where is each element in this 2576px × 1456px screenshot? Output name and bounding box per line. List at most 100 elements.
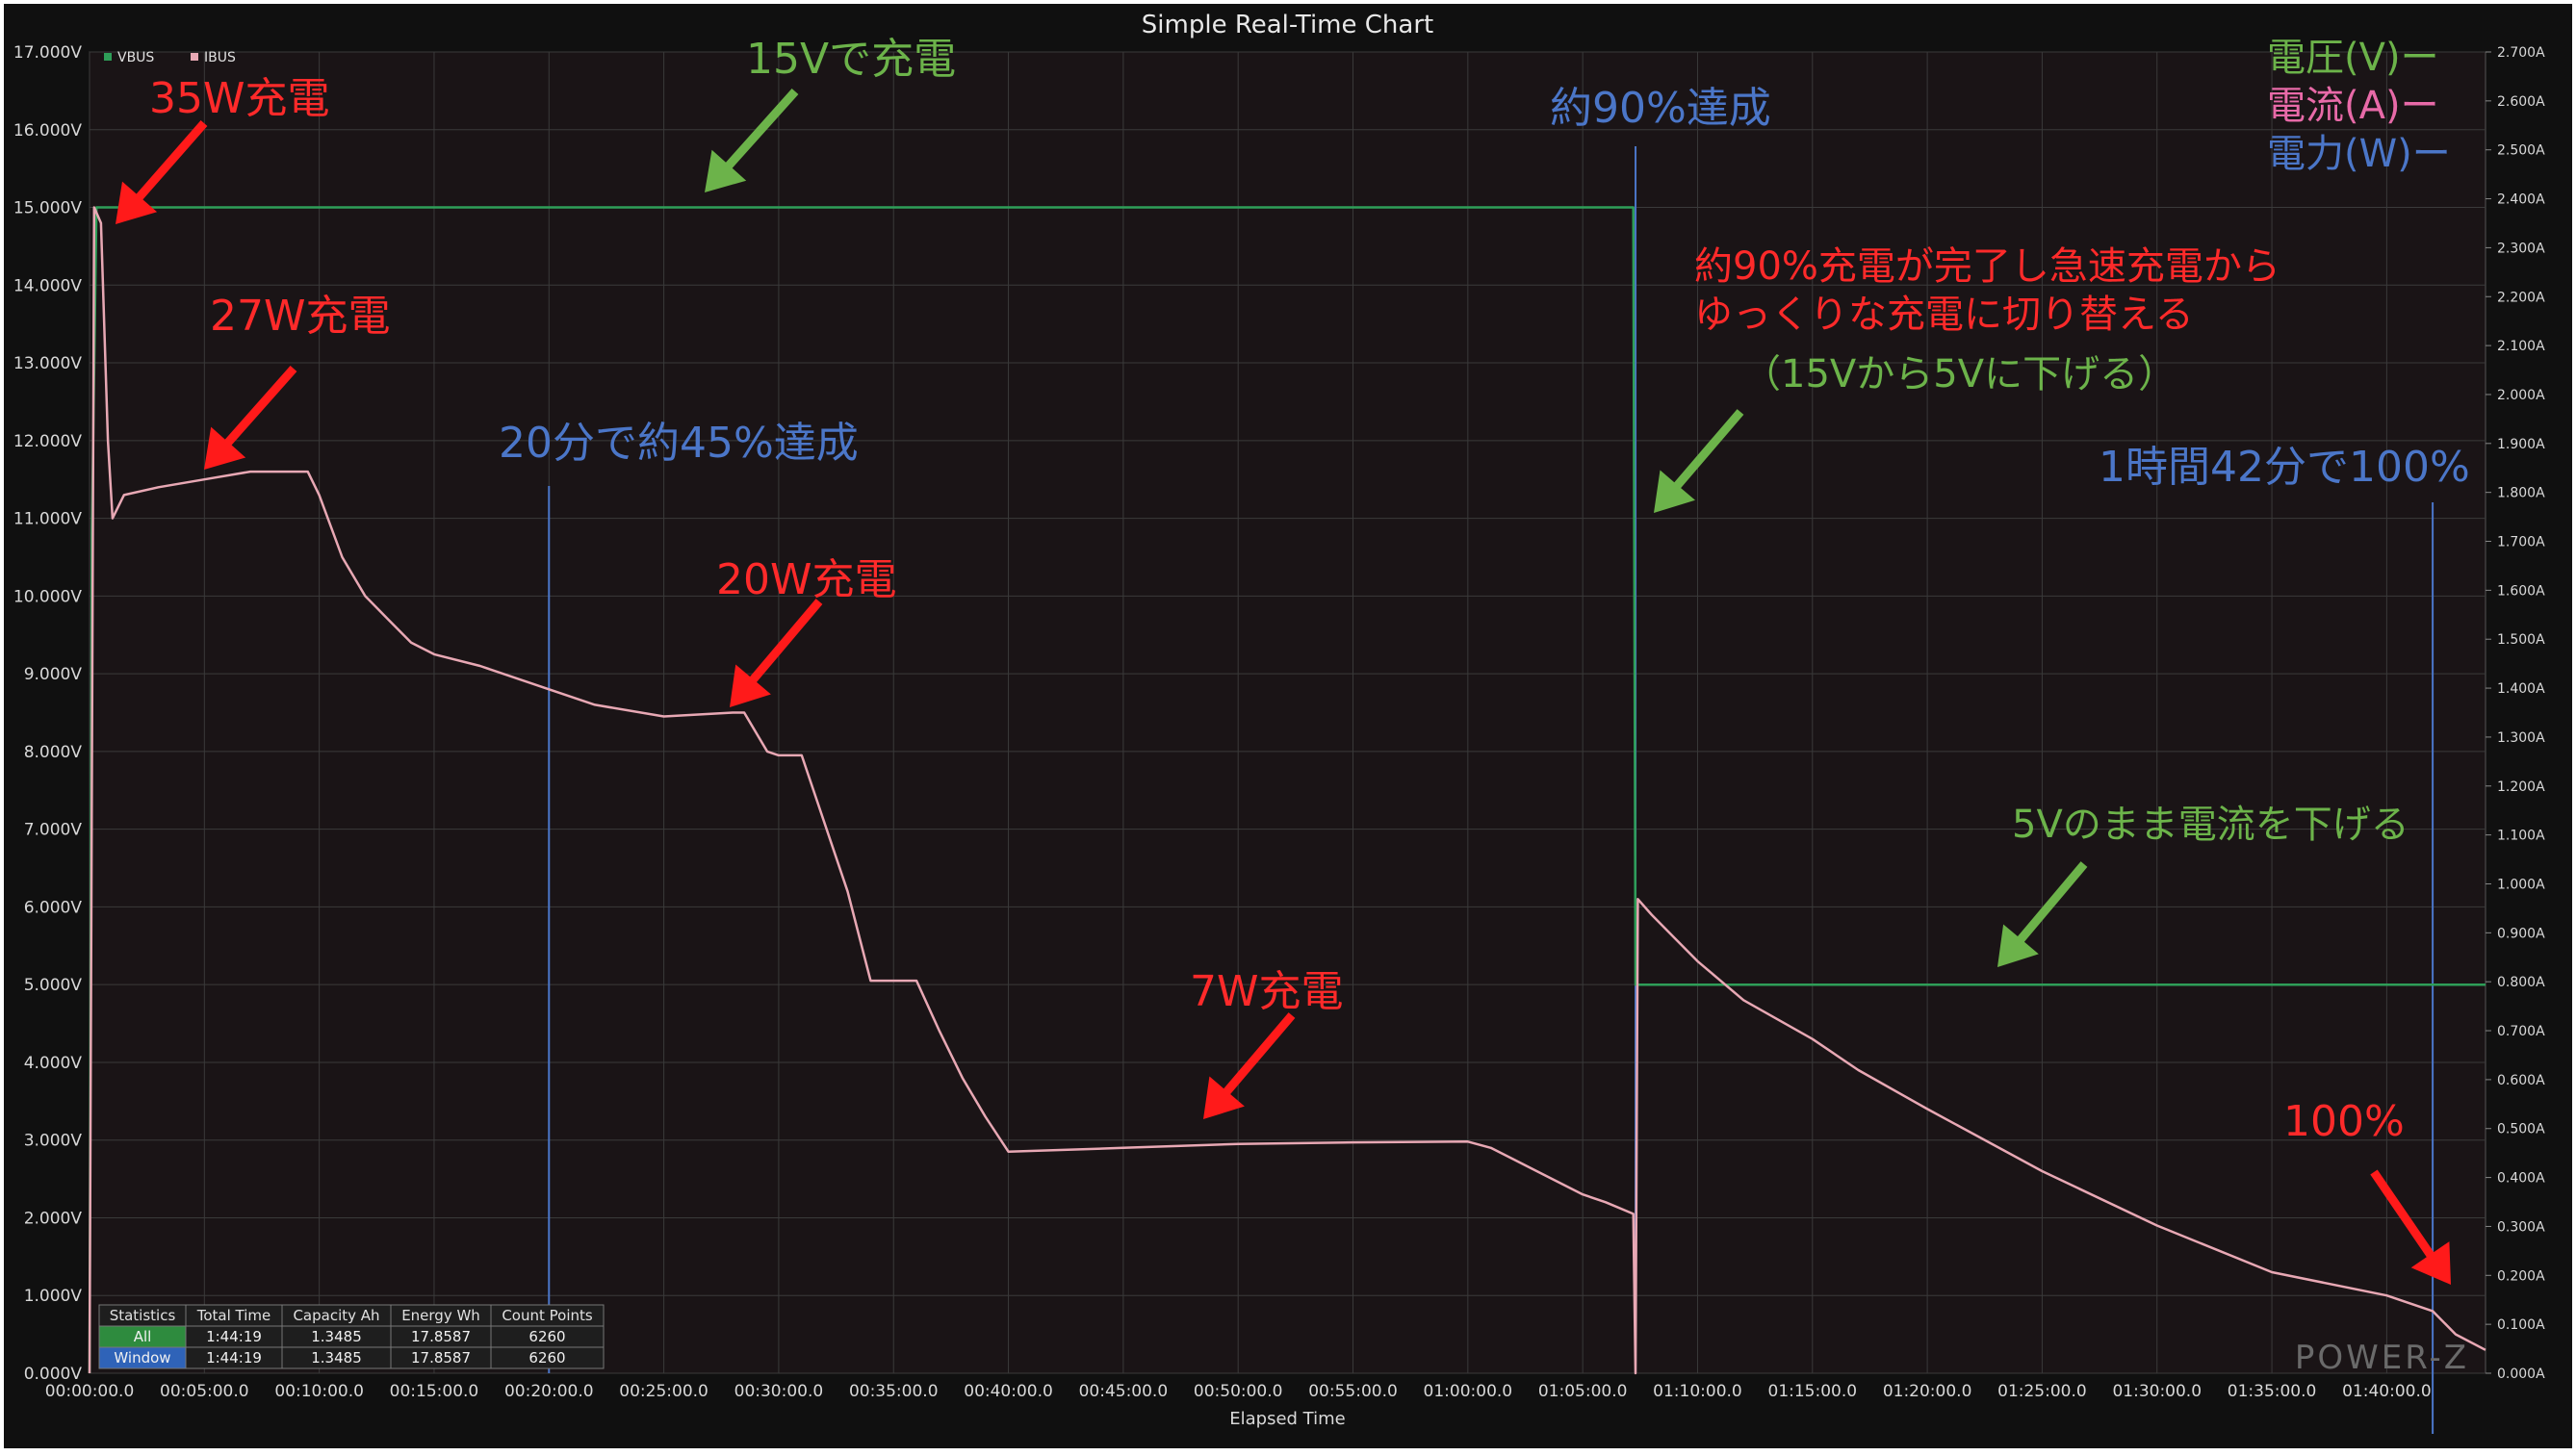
x-axis-label: Elapsed Time: [1229, 1409, 1345, 1429]
stats-header-text: Total Time: [196, 1307, 271, 1324]
y-right-tick-label: 1.400A: [2497, 681, 2545, 697]
y-left-tick-label: 7.000V: [24, 821, 83, 840]
y-left-tick-label: 8.000V: [24, 743, 83, 762]
x-tick-label: 01:25:00.0: [1997, 1382, 2087, 1401]
y-left-tick-label: 4.000V: [24, 1054, 83, 1073]
y-left-tick-label: 9.000V: [24, 665, 83, 684]
x-tick-label: 00:45:00.0: [1079, 1382, 1169, 1401]
y-left-tick-label: 13.000V: [13, 354, 82, 373]
stats-header-text: Capacity Ah: [293, 1307, 379, 1324]
x-tick-label: 01:30:00.0: [2112, 1382, 2202, 1401]
y-right-tick-label: 1.600A: [2497, 583, 2545, 599]
y-left-tick-label: 12.000V: [13, 432, 82, 451]
x-tick-label: 00:30:00.0: [734, 1382, 824, 1401]
y-right-tick-label: 1.100A: [2497, 829, 2545, 844]
chart-title: Simple Real-Time Chart: [1142, 11, 1433, 39]
y-right-tick-label: 0.100A: [2497, 1317, 2545, 1333]
x-tick-label: 00:50:00.0: [1194, 1382, 1283, 1401]
x-tick-label: 01:00:00.0: [1424, 1382, 1513, 1401]
y-left-tick-label: 0.000V: [24, 1365, 83, 1384]
annotation-text: 7W充電: [1190, 967, 1344, 1016]
stats-cell-text: All: [134, 1328, 152, 1345]
y-right-tick-label: 1.300A: [2497, 730, 2545, 746]
x-tick-label: 01:40:00.0: [2342, 1382, 2432, 1401]
x-tick-label: 00:40:00.0: [964, 1382, 1053, 1401]
x-tick-label: 00:10:00.0: [274, 1382, 364, 1401]
y-right-tick-label: 1.500A: [2497, 632, 2545, 648]
x-tick-label: 00:25:00.0: [619, 1382, 708, 1401]
y-right-tick-label: 2.500A: [2497, 143, 2545, 159]
annotation-text: 35W充電: [149, 74, 330, 123]
legend-swatch: [191, 53, 198, 61]
chart-svg: Simple Real-Time Chart 0.000V 1.000V 2.000V…: [0, 0, 2576, 1452]
y-left-tick-label: 3.000V: [24, 1132, 83, 1151]
y-right-tick-label: 1.000A: [2497, 877, 2545, 892]
stats-cell-text: 1:44:19: [206, 1349, 262, 1367]
y-right-tick-label: 2.700A: [2497, 45, 2545, 61]
x-tick-label: 00:05:00.0: [160, 1382, 249, 1401]
x-tick-label: 01:15:00.0: [1768, 1382, 1858, 1401]
annotation-text: 5Vのまま電流を下げる: [2012, 803, 2409, 847]
annotation-text: 20分で約45%達成: [499, 419, 859, 468]
y-left-tick-label: 6.000V: [24, 898, 83, 917]
annotation-text: 100%: [2283, 1097, 2405, 1146]
x-tick-label: 00:55:00.0: [1308, 1382, 1398, 1401]
stats-cell-text: 17.8587: [411, 1328, 471, 1345]
watermark: POWER-Z: [2295, 1339, 2469, 1377]
y-right-tick-label: 1.900A: [2497, 437, 2545, 452]
y-right-tick-label: 2.600A: [2497, 94, 2545, 110]
x-tick-label: 00:15:00.0: [390, 1382, 479, 1401]
x-tick-label: 00:20:00.0: [504, 1382, 594, 1401]
annotation-text: 約90%充電が完了し急速充電から: [1694, 244, 2280, 289]
x-tick-label: 01:05:00.0: [1538, 1382, 1628, 1401]
stats-cell-text: 1.3485: [311, 1349, 362, 1367]
y-right-tick-label: 0.200A: [2497, 1268, 2545, 1284]
y-right-tick-label: 2.100A: [2497, 339, 2545, 354]
annotation-text: 電圧(V)ー: [2267, 36, 2439, 80]
x-tick-label: 00:35:00.0: [849, 1382, 939, 1401]
annotation-text: （15Vから5Vに下げる）: [1742, 352, 2177, 396]
stats-header-text: Energy Wh: [401, 1307, 480, 1324]
y-right-tick-label: 1.700A: [2497, 535, 2545, 550]
y-left-tick-label: 14.000V: [13, 276, 82, 295]
y-right-tick-label: 1.800A: [2497, 486, 2545, 501]
stats-cell-text: 1:44:19: [206, 1328, 262, 1345]
y-left-tick-label: 10.000V: [13, 587, 82, 606]
legend-label: IBUS: [204, 50, 236, 65]
x-tick-label: 01:20:00.0: [1883, 1382, 1972, 1401]
y-right-tick-label: 0.900A: [2497, 926, 2545, 941]
stats-cell-text: 1.3485: [311, 1328, 362, 1345]
annotation-text: 27W充電: [210, 292, 391, 341]
y-right-tick-label: 2.400A: [2497, 192, 2545, 208]
y-right-tick-label: 0.000A: [2497, 1367, 2545, 1382]
annotation-text: 15Vで充電: [746, 35, 956, 84]
y-right-tick-label: 2.200A: [2497, 290, 2545, 305]
stats-header-text: Statistics: [110, 1307, 176, 1324]
y-left-tick-label: 17.000V: [13, 43, 82, 63]
y-right-tick-label: 2.300A: [2497, 241, 2545, 256]
y-right-tick-label: 1.200A: [2497, 779, 2545, 795]
y-right-tick-label: 0.800A: [2497, 975, 2545, 990]
y-left-tick-label: 1.000V: [24, 1287, 83, 1306]
y-right-tick-label: 2.000A: [2497, 388, 2545, 403]
legend-label: VBUS: [117, 50, 154, 65]
y-right-tick-label: 0.600A: [2497, 1073, 2545, 1088]
annotation-text: 電力(W)ー: [2267, 132, 2451, 176]
stats-cell-text: 6260: [528, 1328, 565, 1345]
y-right-tick-label: 0.400A: [2497, 1171, 2545, 1187]
y-left-tick-label: 16.000V: [13, 121, 82, 140]
y-left-tick-label: 15.000V: [13, 199, 82, 218]
chart: Simple Real-Time Chart 0.000V 1.000V 2.000V…: [0, 0, 2576, 1452]
y-left-tick-label: 5.000V: [24, 976, 83, 995]
legend-swatch: [104, 53, 112, 61]
annotation-text: 20W充電: [716, 555, 897, 604]
annotation-text: 約90%達成: [1550, 84, 1771, 133]
annotation-text: 1時間42分で100%: [2099, 443, 2470, 492]
y-left-tick-label: 2.000V: [24, 1209, 83, 1228]
stats-cell-text: 17.8587: [411, 1349, 471, 1367]
stats-cell-text: 6260: [528, 1349, 565, 1367]
x-tick-label: 00:00:00.0: [45, 1382, 135, 1401]
annotation-text: ゆっくりな充電に切り替える: [1694, 293, 2194, 337]
stats-cell-text: Window: [114, 1349, 170, 1367]
y-left-tick-label: 11.000V: [13, 510, 82, 529]
